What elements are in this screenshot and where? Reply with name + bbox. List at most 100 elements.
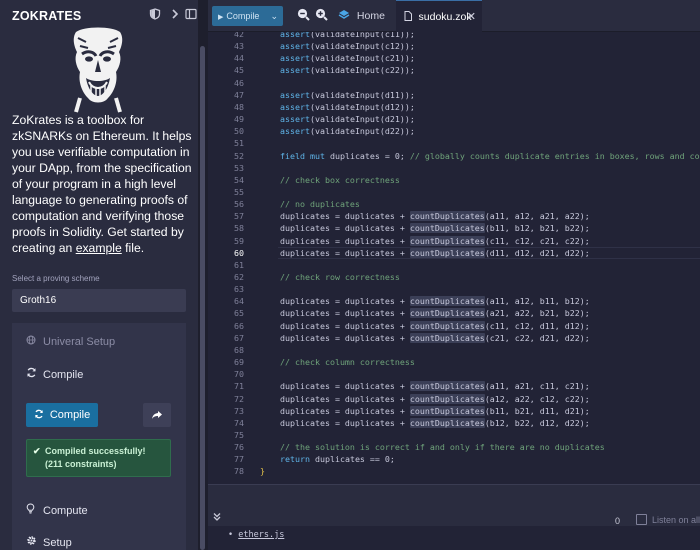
line-number: 52 — [234, 150, 244, 161]
code-line[interactable]: assert(validateInput(d11)); — [280, 89, 415, 101]
code-line[interactable]: duplicates = duplicates + countDuplicate… — [280, 332, 590, 344]
code-line[interactable]: duplicates = duplicates + countDuplicate… — [280, 380, 590, 392]
line-number: 43 — [234, 41, 244, 52]
code-token: // check row correctness — [280, 272, 400, 282]
code-token: duplicates = duplicates + — [280, 296, 410, 307]
code-line[interactable]: assert(validateInput(c11)); — [280, 32, 415, 40]
line-number: 68 — [234, 344, 244, 355]
code-token: // check box correctness — [280, 174, 400, 185]
zokrates-logo — [58, 24, 138, 114]
close-tab-icon[interactable]: ✕ — [467, 1, 476, 33]
code-line[interactable]: } — [260, 465, 265, 477]
code-line[interactable]: duplicates = duplicates + countDuplicate… — [280, 307, 590, 319]
line-number: 47 — [234, 89, 244, 100]
lightbulb-icon — [26, 503, 40, 517]
terminal-output: • ethers.js — [208, 526, 700, 550]
shield-icon[interactable] — [148, 8, 162, 22]
plugin-intro: ZoKrates is a toolbox for zkSNARKs on Et… — [12, 112, 192, 256]
panel-toggle-icon[interactable] — [184, 8, 198, 22]
code-line[interactable]: return duplicates == 0; — [280, 453, 395, 465]
step-universal-setup-label: Univeral Setup — [43, 336, 116, 348]
plugin-title: ZOKRATES — [12, 9, 82, 23]
code-line[interactable]: duplicates = duplicates + countDuplicate… — [280, 320, 590, 332]
code-token: (a11, a21, c11, c21); — [484, 381, 590, 392]
chevron-down-icon: ⌄ — [270, 11, 278, 21]
line-number: 59 — [234, 235, 244, 246]
code-token: countDuplicates — [409, 211, 485, 222]
code-token: duplicates = 0; — [324, 150, 410, 161]
code-token: countDuplicates — [409, 320, 485, 331]
code-line[interactable]: duplicates = duplicates + countDuplicate… — [280, 295, 590, 307]
constraints-count: (211 constraints) — [45, 459, 117, 469]
compile-button[interactable]: Compile — [26, 403, 98, 427]
proving-scheme-select[interactable]: Groth16 — [12, 289, 186, 312]
tab-home[interactable]: Home — [332, 0, 385, 32]
terminal-panel: 0 Listen on all • ethers.js — [208, 484, 700, 550]
editor-tabbar: ▶ Compile ⌄ Home sudoku.zok ✕ — [208, 0, 700, 32]
line-number: 50 — [234, 126, 244, 137]
step-compute[interactable]: Compute — [26, 503, 88, 517]
listen-all-checkbox[interactable] — [636, 514, 647, 525]
line-number: 66 — [234, 320, 244, 331]
tab-sudoku-zok[interactable]: sudoku.zok ✕ — [396, 0, 482, 32]
line-number: 64 — [234, 296, 244, 307]
code-token: // no duplicates — [280, 199, 360, 210]
code-line[interactable]: // check column correctness — [280, 356, 415, 368]
code-token: duplicates = duplicates + — [280, 381, 410, 392]
compile-success-alert: ✔ Compiled successfully! (211 constraints… — [26, 439, 171, 477]
code-token: // check column correctness — [280, 357, 415, 368]
code-token: duplicates = duplicates + — [280, 247, 410, 258]
tab-file-label: sudoku.zok — [418, 11, 472, 23]
line-number: 74 — [234, 417, 244, 428]
code-line[interactable]: duplicates = duplicates + countDuplicate… — [280, 393, 590, 405]
step-compile[interactable]: Compile — [26, 367, 83, 381]
code-line[interactable]: duplicates = duplicates + countDuplicate… — [280, 235, 590, 247]
code-line[interactable]: duplicates = duplicates + countDuplicate… — [278, 246, 700, 259]
line-number: 62 — [234, 272, 244, 282]
code-token: assert — [280, 114, 310, 125]
tab-home-label: Home — [356, 10, 385, 22]
step-universal-setup[interactable]: Univeral Setup — [26, 335, 115, 348]
code-token: )); — [399, 32, 415, 39]
compile-button-label: Compile — [49, 409, 91, 421]
chevron-right-icon[interactable] — [168, 8, 182, 22]
code-token: countDuplicates — [409, 332, 485, 343]
code-token: assert — [280, 32, 310, 39]
code-line[interactable]: duplicates = duplicates + countDuplicate… — [280, 210, 590, 222]
code-line[interactable]: duplicates = duplicates + countDuplicate… — [280, 417, 590, 429]
code-line[interactable]: assert(validateInput(d12)); — [280, 101, 415, 113]
example-link[interactable]: example — [76, 241, 122, 255]
compile-dropdown[interactable]: ▶ Compile ⌄ — [212, 6, 283, 26]
line-number: 44 — [234, 53, 244, 64]
line-number: 70 — [234, 369, 244, 380]
collapse-terminal-icon[interactable] — [212, 512, 222, 525]
code-editor[interactable]: 42 43 44 45 46 47 48 49 50 51 52 53 54 55 56 57 58 59 60 61… — [208, 32, 700, 484]
code-line[interactable]: // the solution is correct if and only i… — [280, 441, 605, 453]
ethers-js-item[interactable]: ethers.js — [238, 530, 284, 540]
code-token: countDuplicates — [409, 405, 485, 416]
panel-scrollbar[interactable] — [200, 46, 205, 550]
code-token: (c21, c22, d21, d22); — [484, 332, 590, 343]
code-line[interactable]: duplicates = duplicates + countDuplicate… — [280, 405, 590, 417]
code-line[interactable]: assert(validateInput(c22)); — [280, 64, 415, 76]
zoom-in-icon[interactable] — [314, 8, 328, 22]
code-line[interactable]: duplicates = duplicates + countDuplicate… — [280, 222, 590, 234]
code-line[interactable]: field mut duplicates = 0; // globally co… — [280, 150, 700, 162]
zoom-out-icon[interactable] — [296, 8, 310, 22]
code-line[interactable]: assert(validateInput(d22)); — [280, 125, 415, 137]
code-token: (validateInput(d12)); — [309, 101, 415, 112]
code-line[interactable]: // check row correctness — [280, 271, 400, 283]
code-line[interactable]: assert(validateInput(c21)); — [280, 52, 415, 64]
code-line[interactable]: assert(validateInput(d21)); — [280, 113, 415, 125]
code-token: // the solution is correct if and only i… — [280, 442, 605, 453]
line-number: 58 — [234, 223, 244, 234]
code-token: duplicates = duplicates + — [280, 393, 410, 404]
line-number: 71 — [234, 381, 244, 392]
code-line[interactable]: // no duplicates — [280, 198, 360, 210]
code-line[interactable]: // check box correctness — [280, 174, 400, 186]
code-line[interactable]: assert(validateInput(c12)); — [280, 40, 415, 52]
proving-scheme-label: Select a proving scheme — [12, 274, 100, 283]
step-setup[interactable]: Setup — [26, 535, 72, 549]
line-number: 51 — [234, 138, 244, 149]
share-button[interactable] — [143, 403, 171, 427]
